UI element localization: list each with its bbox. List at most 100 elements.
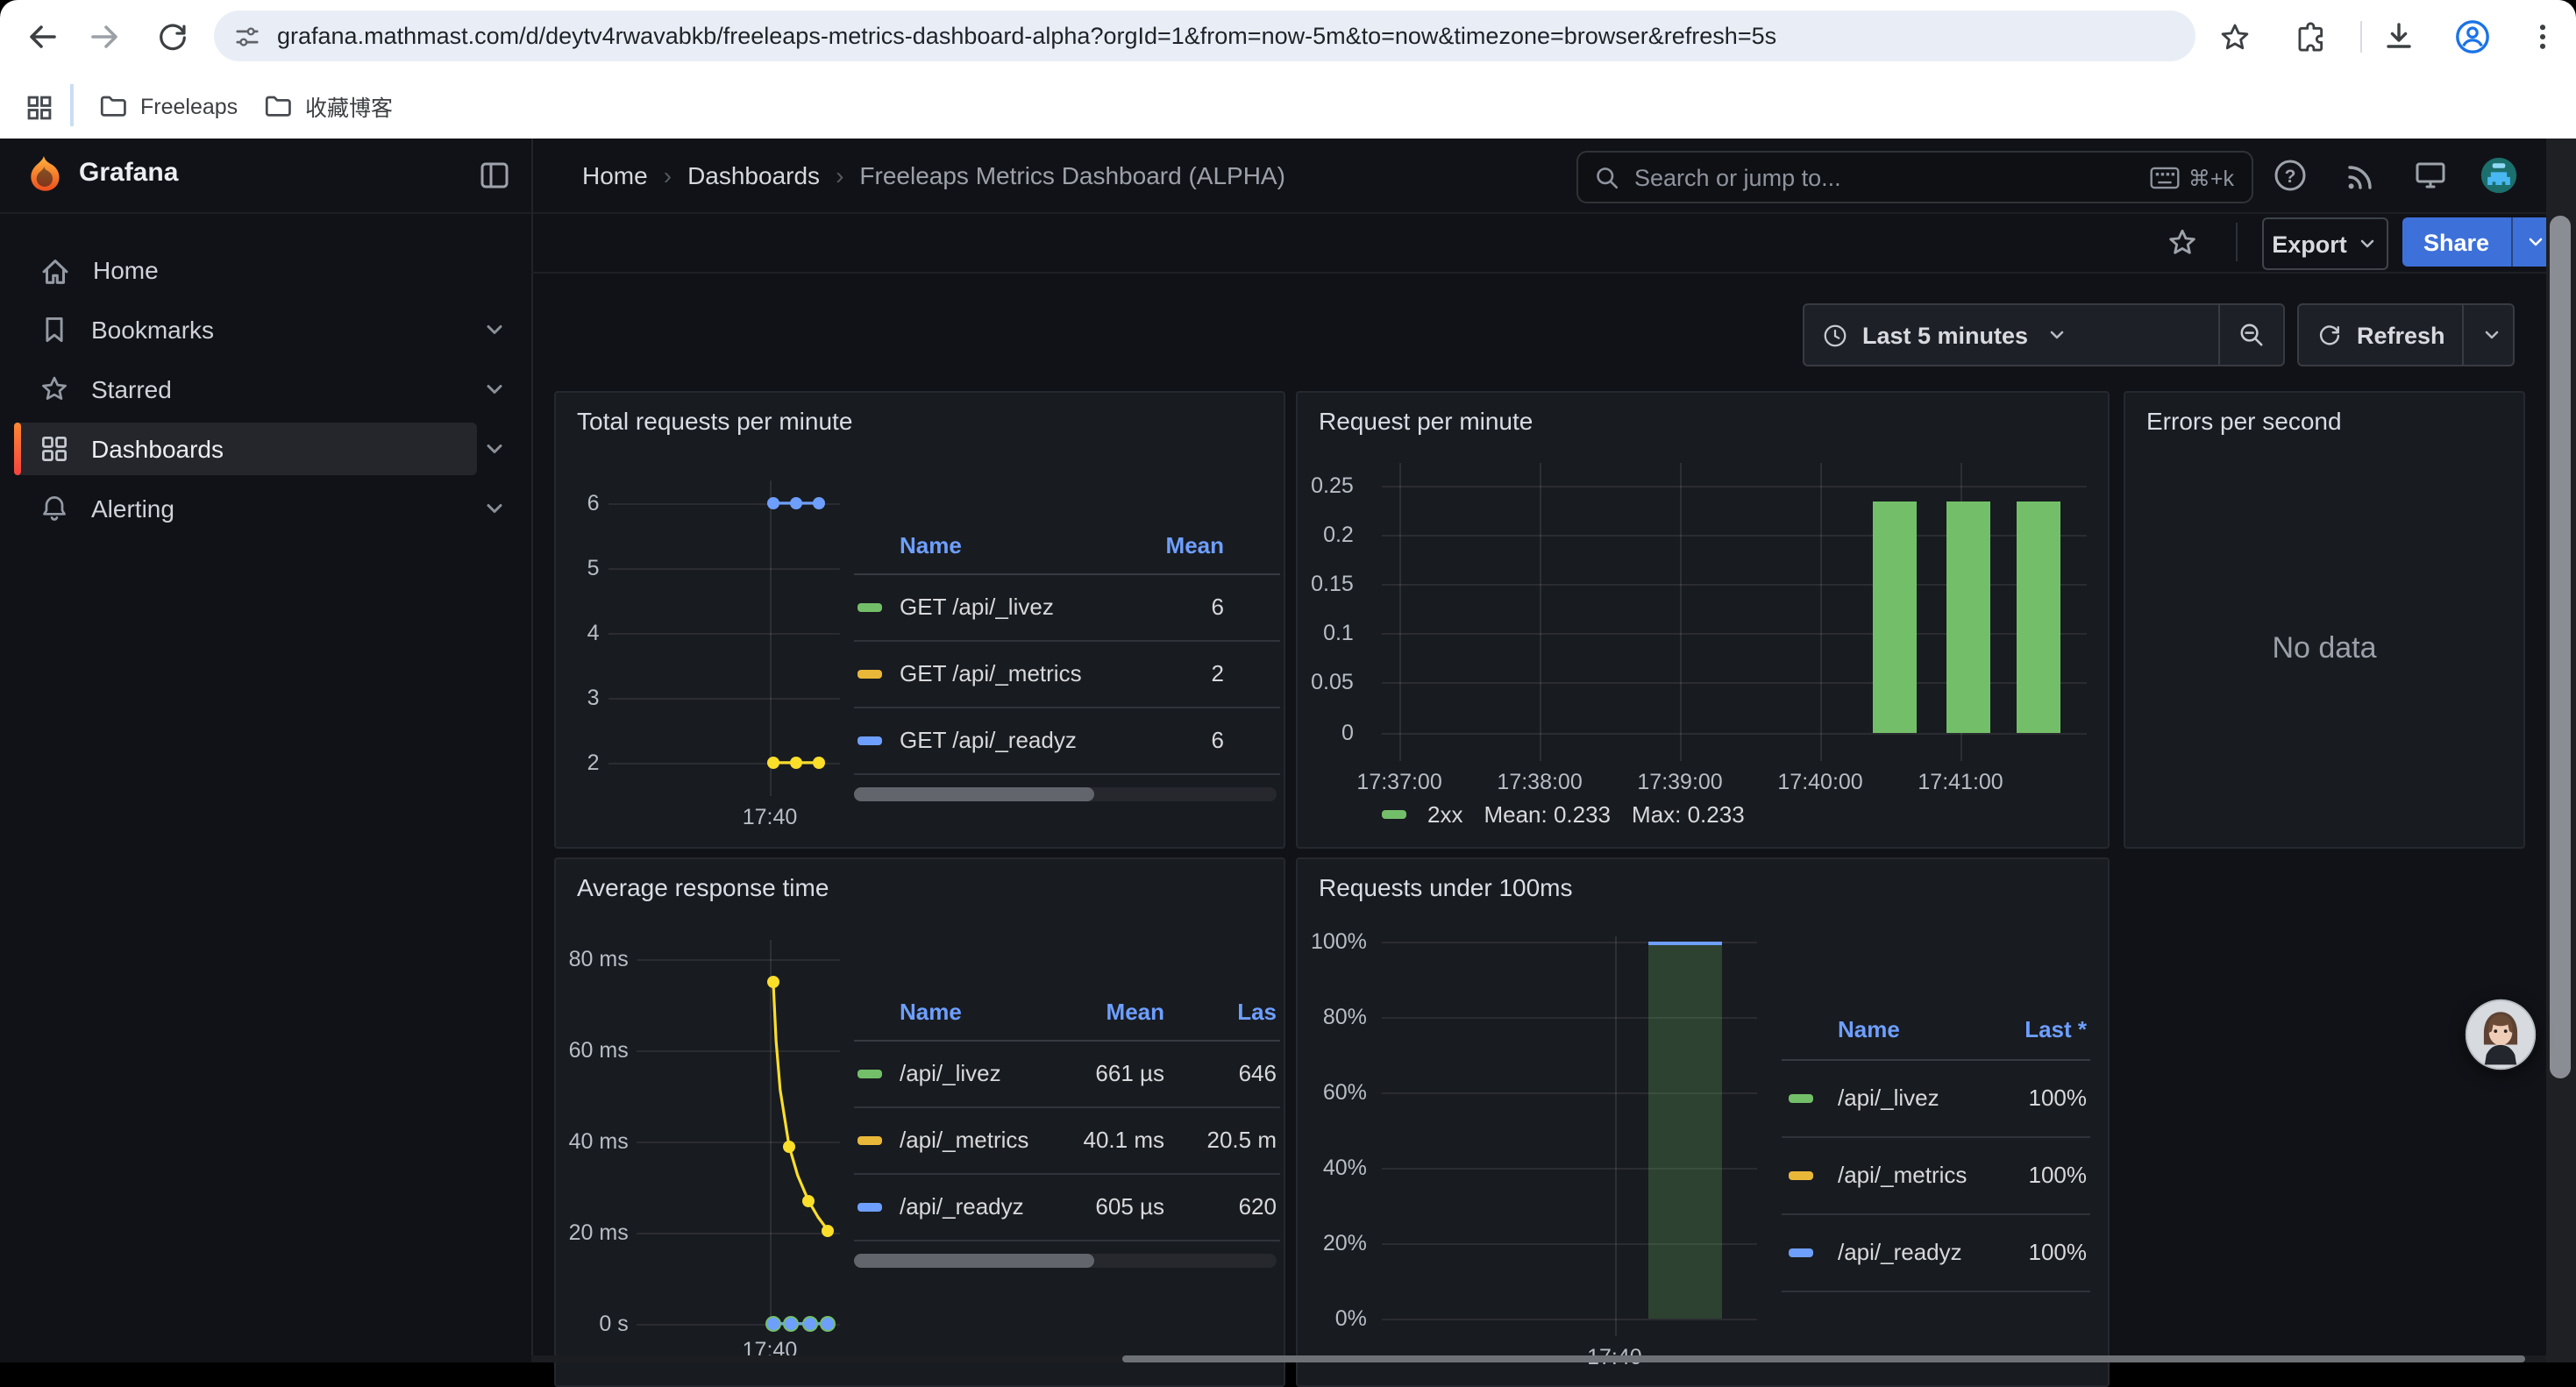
bookmarks-divider [70, 84, 74, 126]
series-color-swatch[interactable] [857, 736, 882, 744]
series-name[interactable]: GET /api/_metrics [900, 660, 1082, 686]
help-button[interactable]: ? [2273, 158, 2308, 193]
series-color-swatch[interactable] [1789, 1094, 1813, 1102]
apps-shortcut-button[interactable] [18, 86, 60, 128]
bookmark-folder-blogs[interactable]: 收藏博客 [263, 86, 393, 126]
reload-button[interactable] [151, 16, 193, 58]
series-color-swatch[interactable] [857, 1070, 882, 1078]
series-name[interactable]: 2xx [1427, 801, 1462, 828]
series-color-swatch[interactable] [1382, 811, 1406, 819]
bookmark-folder-freeleaps[interactable]: Freeleaps [98, 86, 238, 126]
request-per-minute-chart[interactable]: 0.25 0.2 0.15 0.1 0.05 0 17:37:00 17:38:… [1382, 463, 2087, 761]
y-tick: 0 s [599, 1312, 628, 1336]
series-last: 20.5 m [1207, 1127, 1277, 1153]
panel-title[interactable]: Errors per second [2146, 407, 2342, 435]
legend-row: GET /api/_metrics 2 [854, 640, 1280, 708]
bookmark-page-button[interactable] [2213, 16, 2255, 58]
sidebar-expand-starred[interactable] [477, 363, 512, 416]
panel-title[interactable]: Total requests per minute [577, 407, 852, 435]
breadcrumb-dashboards[interactable]: Dashboards [687, 161, 820, 189]
series-name[interactable]: /api/_livez [900, 1060, 1001, 1086]
series-name[interactable]: /api/_livez [1838, 1085, 1939, 1111]
y-tick: 100% [1311, 929, 1367, 954]
sidebar-collapse-dashboards[interactable] [477, 423, 512, 475]
refresh-button[interactable]: Refresh [2299, 305, 2463, 365]
series-name[interactable]: /api/_metrics [900, 1127, 1028, 1153]
svg-text:?: ? [2285, 167, 2296, 187]
legend-header-name[interactable]: Name [900, 998, 962, 1024]
vertical-scrollbar-thumb[interactable] [2550, 216, 2571, 1078]
legend-header-last[interactable]: Last * [2025, 1016, 2087, 1042]
requests-under-100ms-chart[interactable]: 100% 80% 60% 40% 20% 0% 17:40 [1382, 936, 1757, 1336]
browser-menu-button[interactable] [2522, 16, 2564, 58]
series-name[interactable]: /api/_readyz [1838, 1239, 1962, 1265]
series-color-swatch[interactable] [857, 670, 882, 678]
zoom-out-icon [2238, 321, 2266, 349]
panel-title[interactable]: Average response time [577, 873, 829, 901]
breadcrumb-separator: › [820, 161, 859, 189]
bar-2xx [1873, 502, 1918, 733]
series-name[interactable]: GET /api/_livez [900, 594, 1054, 620]
series-color-swatch[interactable] [857, 1203, 882, 1211]
sidebar-item-home[interactable]: Home [14, 244, 477, 296]
panel-title[interactable]: Request per minute [1319, 407, 1533, 435]
y-tick: 4 [587, 621, 600, 645]
user-avatar[interactable] [2480, 156, 2518, 195]
chevron-down-icon [482, 496, 507, 521]
series-color-swatch[interactable] [857, 603, 882, 611]
zoom-out-time-button[interactable] [2218, 305, 2283, 365]
legend-row: /api/_metrics 100% [1782, 1136, 2090, 1215]
sidebar-item-alerting[interactable]: Alerting [14, 482, 477, 535]
y-tick: 6 [587, 491, 600, 516]
grafana-logo[interactable] [23, 154, 65, 196]
legend-header-name[interactable]: Name [900, 531, 962, 558]
assistant-avatar[interactable] [2464, 998, 2537, 1071]
legend-header-last[interactable]: Las [1237, 998, 1277, 1024]
series-name[interactable]: /api/_metrics [1838, 1162, 1967, 1188]
time-range-picker[interactable]: Last 5 minutes [1804, 305, 2218, 365]
sidebar-item-starred[interactable]: Starred [14, 363, 477, 416]
legend-scrollbar[interactable] [854, 787, 1277, 801]
series-name[interactable]: GET /api/_readyz [900, 727, 1077, 753]
panel-title[interactable]: Requests under 100ms [1319, 873, 1573, 901]
legend-scrollbar[interactable] [854, 1254, 1277, 1268]
average-response-time-chart[interactable]: 80 ms 60 ms 40 ms 20 ms 0 s 17:40 [637, 940, 840, 1329]
back-button[interactable] [21, 16, 63, 58]
display-button[interactable] [2413, 158, 2448, 193]
address-bar[interactable]: grafana.mathmast.com/d/deytv4rwavabkb/fr… [214, 11, 2195, 61]
sidebar-expand-alerting[interactable] [477, 482, 512, 535]
series-mean: 605 µs [1095, 1193, 1164, 1220]
series-color-swatch[interactable] [857, 1136, 882, 1144]
legend-header-mean[interactable]: Mean [1166, 531, 1224, 558]
chevron-down-icon [2524, 231, 2545, 253]
share-button[interactable]: Share [2402, 217, 2510, 267]
refresh-interval-button[interactable] [2463, 305, 2521, 365]
extensions-button[interactable] [2290, 16, 2332, 58]
legend-scrollbar-thumb[interactable] [854, 787, 1095, 801]
breadcrumb-home[interactable]: Home [582, 161, 648, 189]
bookmarks-bar: Freeleaps 收藏博客 [0, 74, 2576, 140]
site-info-icon[interactable] [233, 23, 261, 51]
series-color-swatch[interactable] [1789, 1171, 1813, 1179]
news-button[interactable] [2343, 158, 2378, 193]
favorite-dashboard-button[interactable] [2166, 226, 2201, 261]
legend-header-name[interactable]: Name [1838, 1016, 1900, 1042]
legend-header-mean[interactable]: Mean [1107, 998, 1164, 1024]
series-last: 620 [1239, 1193, 1277, 1220]
sidebar-item-dashboards[interactable]: Dashboards [14, 423, 477, 475]
brand-name[interactable]: Grafana [79, 158, 178, 188]
series-color-swatch[interactable] [1789, 1248, 1813, 1256]
series-name[interactable]: /api/_readyz [900, 1193, 1024, 1220]
export-button[interactable]: Export [2262, 217, 2388, 270]
legend-scrollbar-thumb[interactable] [854, 1254, 1095, 1268]
mega-menu-toggle-icon[interactable] [477, 158, 512, 193]
sidebar-expand-bookmarks[interactable] [477, 303, 512, 356]
total-requests-chart[interactable]: 6 5 4 3 2 17:40 [608, 480, 840, 796]
sidebar-item-bookmarks[interactable]: Bookmarks [14, 303, 477, 356]
url-text: grafana.mathmast.com/d/deytv4rwavabkb/fr… [277, 23, 1776, 49]
downloads-button[interactable] [2378, 16, 2420, 58]
search-input[interactable]: Search or jump to... ⌘+k [1576, 151, 2253, 203]
profile-button[interactable] [2451, 16, 2494, 58]
horizontal-scrollbar-thumb[interactable] [1122, 1355, 2525, 1362]
forward-button[interactable] [84, 16, 126, 58]
